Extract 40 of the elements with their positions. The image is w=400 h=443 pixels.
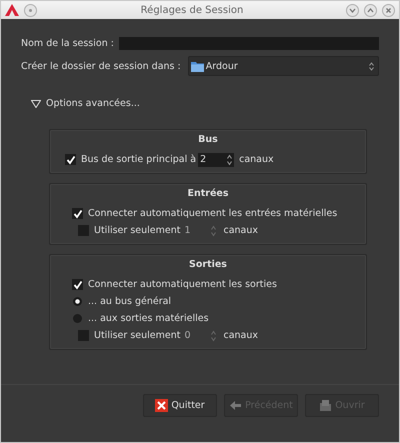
radio-button[interactable] bbox=[73, 297, 82, 306]
window-title: Réglages de Session bbox=[140, 4, 244, 16]
checkbox-label: Bus de sortie principal à bbox=[81, 154, 196, 165]
radio-label: ... au bus général bbox=[88, 296, 172, 307]
session-name-field[interactable] bbox=[118, 37, 379, 50]
checkbox-label: Utiliser seulement bbox=[94, 225, 180, 236]
unit-label: canaux bbox=[239, 154, 274, 165]
folder-dropdown[interactable]: Ardour bbox=[188, 56, 379, 76]
dialog-button[interactable]: Quitter bbox=[143, 394, 217, 417]
checkbox[interactable] bbox=[65, 154, 76, 165]
checkbox-label: Connecter automatiquement les sorties bbox=[88, 279, 277, 290]
checkbox[interactable] bbox=[72, 208, 83, 219]
radio-button[interactable] bbox=[73, 314, 82, 323]
minimize-button[interactable] bbox=[346, 4, 359, 16]
section-title: Sorties bbox=[188, 259, 228, 270]
cross-icon bbox=[155, 399, 168, 412]
spin-caret-icon bbox=[369, 62, 374, 70]
maximize-button[interactable] bbox=[364, 4, 377, 16]
unit-label: canaux bbox=[223, 225, 258, 236]
triangle-icon bbox=[31, 100, 41, 108]
radio-label: ... aux sorties matérielles bbox=[88, 313, 209, 324]
app-logo-icon bbox=[5, 4, 19, 16]
channel-count-spinner[interactable]: 2 bbox=[198, 152, 234, 166]
checkbox-label: Connecter automatiquement les entrées matérielles bbox=[88, 208, 338, 219]
advanced-options-expander[interactable]: Options avancées... bbox=[31, 98, 151, 109]
checkbox-label: Utiliser seulement bbox=[94, 330, 180, 341]
window-menu-button[interactable] bbox=[24, 4, 37, 16]
section-title: Bus bbox=[197, 134, 219, 145]
folder-icon bbox=[319, 399, 332, 412]
spin-arrows-icon bbox=[211, 330, 216, 342]
close-button[interactable] bbox=[382, 4, 395, 16]
spin-arrows-icon bbox=[227, 154, 232, 166]
field-label: Nom de la session : bbox=[21, 38, 114, 49]
arrow-left-icon bbox=[229, 399, 242, 412]
unit-label: canaux bbox=[223, 330, 258, 341]
folder-icon bbox=[190, 60, 204, 72]
field-label: Créer le dossier de session dans : bbox=[21, 60, 181, 72]
spin-arrows-icon bbox=[211, 224, 216, 236]
section-title: Entrées bbox=[186, 188, 230, 199]
checkbox[interactable] bbox=[72, 279, 83, 290]
